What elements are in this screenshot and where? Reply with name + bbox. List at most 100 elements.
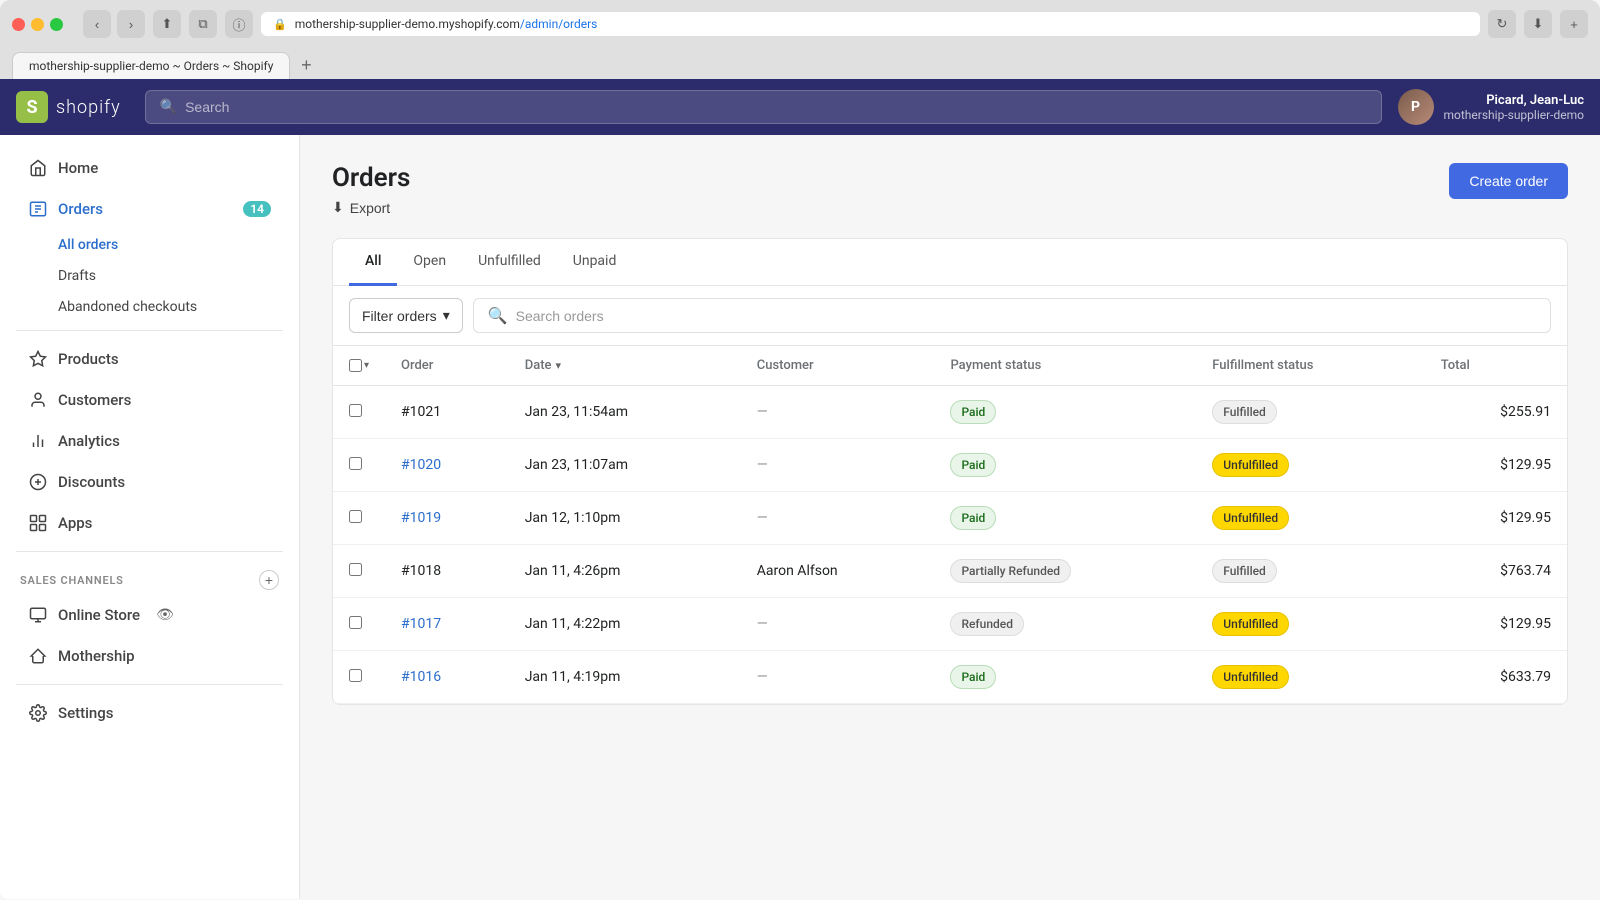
customer-dash: — (757, 616, 768, 632)
sidebar-subitem-all-orders[interactable]: All orders (8, 230, 291, 260)
order-total: $763.74 (1425, 545, 1567, 598)
customer-dash: — (757, 669, 768, 685)
orders-icon (28, 199, 48, 219)
order-date: Jan 11, 4:19pm (509, 651, 741, 704)
sidebar-item-settings[interactable]: Settings (8, 693, 291, 733)
select-all-checkbox[interactable] (349, 359, 362, 372)
lock-icon: 🔒 (273, 18, 287, 31)
traffic-light-fullscreen[interactable] (50, 18, 63, 31)
order-date: Jan 11, 4:26pm (509, 545, 741, 598)
sidebar-subitem-drafts[interactable]: Drafts (8, 261, 291, 291)
sidebar-item-products[interactable]: Products (8, 339, 291, 379)
row-checkbox[interactable] (349, 669, 362, 682)
row-checkbox[interactable] (349, 404, 362, 417)
browser-share-button[interactable]: ⬆ (153, 10, 181, 38)
topnav-user[interactable]: P Picard, Jean-Luc mothership-supplier-d… (1398, 89, 1584, 125)
chevron-down-icon[interactable]: ▾ (364, 360, 369, 371)
mothership-icon (28, 646, 48, 666)
topnav: S shopify 🔍 P Picard, Jean-Luc mothershi… (0, 79, 1600, 135)
row-checkbox[interactable] (349, 510, 362, 523)
chevron-down-icon: ▾ (443, 307, 450, 324)
sidebar-item-home[interactable]: Home (8, 148, 291, 188)
sidebar-divider-1 (16, 330, 283, 331)
sidebar-item-customers[interactable]: Customers (8, 380, 291, 420)
fulfillment-status-badge: Unfulfilled (1212, 506, 1289, 530)
row-checkbox[interactable] (349, 616, 362, 629)
sidebar-item-discounts[interactable]: Discounts (8, 462, 291, 502)
traffic-light-minimize[interactable] (31, 18, 44, 31)
browser-info-button[interactable]: ⓘ (225, 10, 253, 38)
browser-reload-button[interactable]: ↻ (1488, 10, 1516, 38)
sidebar-item-analytics[interactable]: Analytics (8, 421, 291, 461)
fulfillment-status-badge: Fulfilled (1212, 559, 1277, 583)
order-total: $255.91 (1425, 386, 1567, 439)
order-link[interactable]: #1016 (401, 669, 441, 685)
export-button[interactable]: ⬇ Export (332, 193, 390, 222)
filters-bar: Filter orders ▾ 🔍 (333, 286, 1567, 346)
table-row[interactable]: #1021Jan 23, 11:54am—PaidFulfilled$255.9… (333, 386, 1567, 439)
add-sales-channel-button[interactable]: + (259, 570, 279, 590)
fulfillment-status-badge: Unfulfilled (1212, 612, 1289, 636)
customer-name: Aaron Alfson (741, 545, 935, 598)
tab-all[interactable]: All (349, 239, 397, 286)
order-link[interactable]: #1020 (401, 457, 441, 473)
tab-unpaid[interactable]: Unpaid (557, 239, 633, 286)
col-header-payment-status: Payment status (934, 346, 1196, 386)
sidebar-subitem-abandoned-checkouts[interactable]: Abandoned checkouts (8, 292, 291, 322)
browser-download-button[interactable]: ⬇ (1524, 10, 1552, 38)
sidebar-divider-2 (16, 551, 283, 552)
shopify-logo-icon: S (16, 91, 48, 123)
new-tab-button[interactable]: + (294, 54, 318, 78)
table-row[interactable]: #1020Jan 23, 11:07am—PaidUnfulfilled$129… (333, 439, 1567, 492)
row-checkbox[interactable] (349, 563, 362, 576)
eye-icon: 👁 (156, 607, 174, 623)
browser-tab-button[interactable]: ⧉ (189, 10, 217, 38)
payment-status-badge: Paid (950, 506, 996, 530)
browser-forward-button[interactable]: › (117, 10, 145, 38)
settings-icon (28, 703, 48, 723)
topnav-search[interactable]: 🔍 (145, 90, 1382, 124)
browser-tab[interactable]: mothership-supplier-demo ~ Orders ~ Shop… (12, 52, 290, 79)
order-date: Jan 12, 1:10pm (509, 492, 741, 545)
table-row[interactable]: #1018Jan 11, 4:26pmAaron AlfsonPartially… (333, 545, 1567, 598)
create-order-button[interactable]: Create order (1449, 163, 1568, 199)
col-header-date[interactable]: Date ▾ (509, 346, 741, 386)
address-bar[interactable]: 🔒 mothership-supplier-demo.myshopify.com… (261, 12, 1480, 36)
sales-channels-header: SALES CHANNELS + (0, 560, 299, 594)
col-header-order: Order (385, 346, 509, 386)
url-text: mothership-supplier-demo.myshopify.com/a… (295, 17, 598, 31)
order-total: $129.95 (1425, 439, 1567, 492)
avatar-image: P (1398, 89, 1434, 125)
apps-icon (28, 513, 48, 533)
order-link[interactable]: #1017 (401, 616, 441, 632)
customer-dash: — (757, 457, 768, 473)
table-row[interactable]: #1019Jan 12, 1:10pm—PaidUnfulfilled$129.… (333, 492, 1567, 545)
analytics-icon (28, 431, 48, 451)
browser-new-tab-button[interactable]: + (1560, 10, 1588, 38)
sidebar-item-mothership[interactable]: Mothership (8, 636, 291, 676)
order-date: Jan 23, 11:07am (509, 439, 741, 492)
search-orders-input[interactable] (516, 308, 1536, 324)
search-icon: 🔍 (160, 99, 177, 115)
search-input[interactable] (185, 99, 1366, 115)
table-row[interactable]: #1016Jan 11, 4:19pm—PaidUnfulfilled$633.… (333, 651, 1567, 704)
sidebar-item-online-store[interactable]: Online Store 👁 (8, 595, 291, 635)
fulfillment-status-badge: Fulfilled (1212, 400, 1277, 424)
fulfillment-status-badge: Unfulfilled (1212, 665, 1289, 689)
order-link[interactable]: #1019 (401, 510, 441, 526)
main-content: Orders ⬇ Export Create order All Open Un… (300, 135, 1600, 899)
home-icon (28, 158, 48, 178)
tab-unfulfilled[interactable]: Unfulfilled (462, 239, 557, 286)
table-row[interactable]: #1017Jan 11, 4:22pm—RefundedUnfulfilled$… (333, 598, 1567, 651)
filter-orders-button[interactable]: Filter orders ▾ (349, 298, 463, 333)
sidebar-item-orders[interactable]: Orders 14 (8, 189, 291, 229)
topnav-logo[interactable]: S shopify (16, 91, 121, 123)
order-number: #1018 (385, 545, 509, 598)
tab-open[interactable]: Open (397, 239, 462, 286)
sidebar-item-apps[interactable]: Apps (8, 503, 291, 543)
traffic-light-close[interactable] (12, 18, 25, 31)
col-header-total: Total (1425, 346, 1567, 386)
browser-back-button[interactable]: ‹ (83, 10, 111, 38)
order-total: $129.95 (1425, 492, 1567, 545)
row-checkbox[interactable] (349, 457, 362, 470)
